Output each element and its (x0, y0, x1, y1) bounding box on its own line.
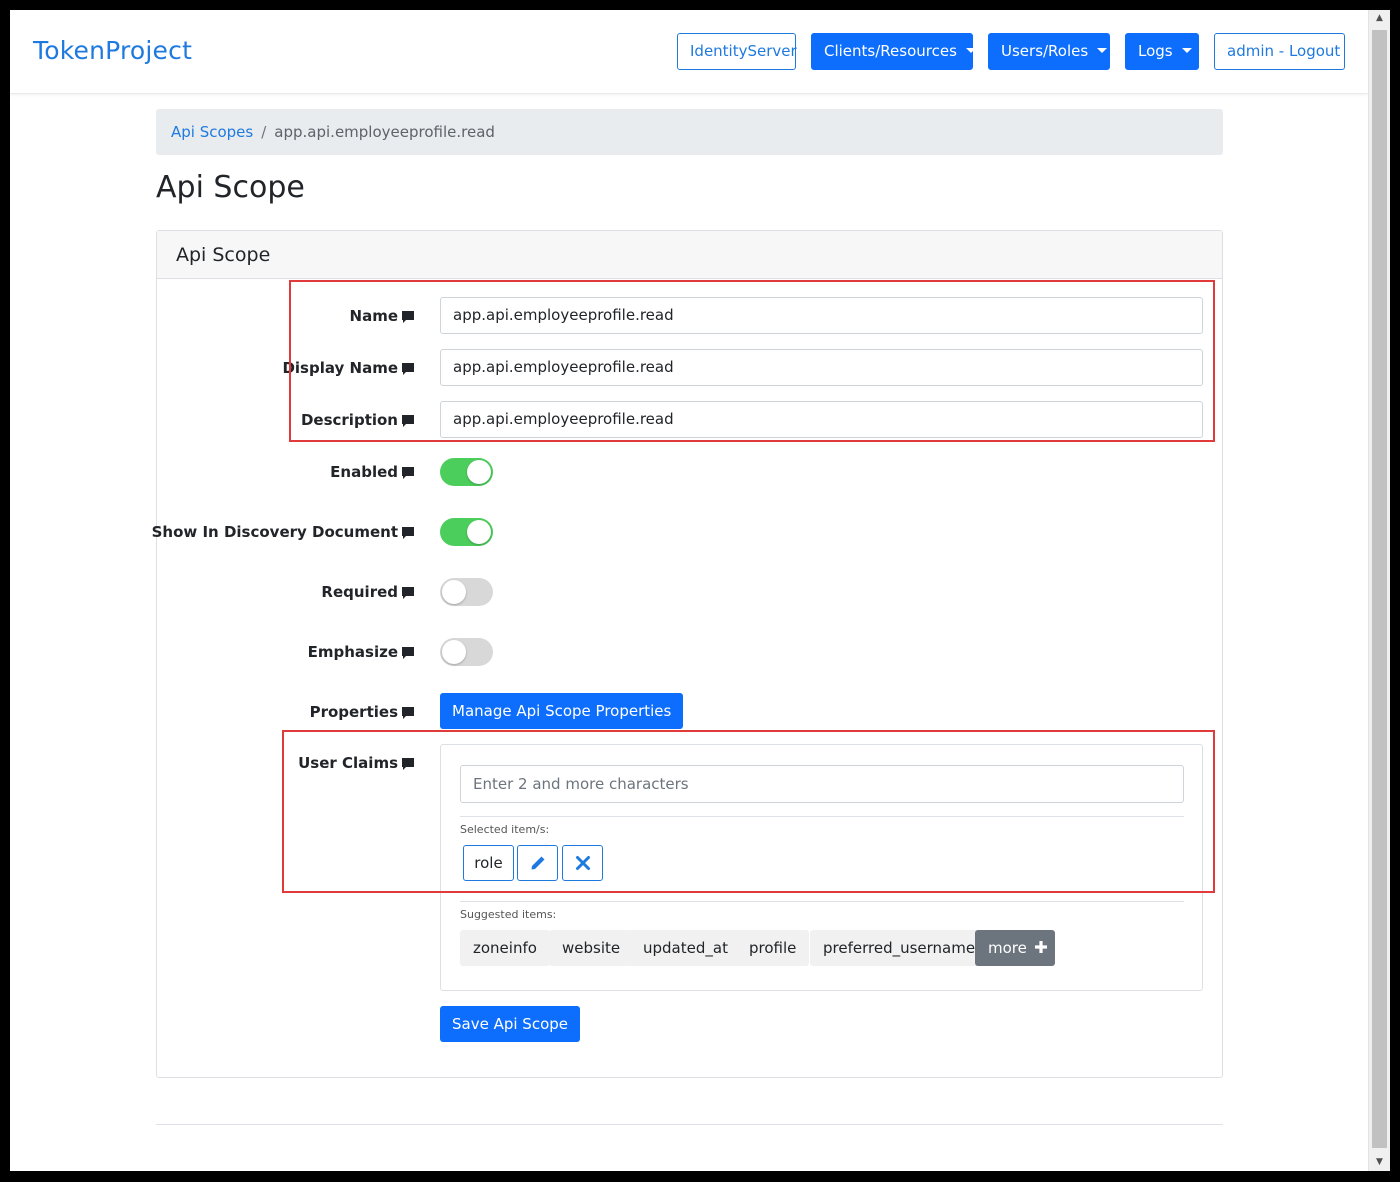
comment-icon[interactable] (402, 527, 414, 539)
suggested-claim-preferred-username[interactable]: preferred_username (810, 930, 989, 966)
name-label-group: Name (157, 307, 414, 331)
show-in-discovery-toggle[interactable] (440, 518, 493, 546)
required-label: Required (321, 583, 398, 601)
enabled-label-group: Enabled (157, 463, 414, 487)
comment-icon[interactable] (402, 647, 414, 659)
comment-icon[interactable] (402, 707, 414, 719)
emphasize-label-group: Emphasize (157, 643, 414, 667)
card-header: Api Scope (157, 231, 1222, 279)
pencil-icon (531, 856, 544, 870)
scrollbar-thumb[interactable] (1372, 30, 1387, 1148)
nav-users-roles-dropdown[interactable]: Users/Roles (988, 33, 1110, 70)
toggle-knob (467, 460, 491, 484)
brand-link[interactable]: TokenProject (33, 36, 192, 65)
user-claims-picker: Enter 2 and more characters Selected ite… (440, 744, 1203, 991)
scroll-down-arrow-icon[interactable]: ▼ (1369, 1154, 1390, 1171)
suggested-claim-website[interactable]: website (549, 930, 634, 966)
remove-claim-button[interactable] (562, 845, 603, 881)
nav-logs-label: Logs (1138, 42, 1173, 60)
show-in-discovery-label: Show In Discovery Document (151, 523, 398, 541)
close-icon (575, 856, 590, 870)
emphasize-label: Emphasize (307, 643, 398, 661)
scroll-up-arrow-icon[interactable]: ▲ (1369, 10, 1390, 27)
selected-claim-role[interactable]: role (463, 845, 514, 881)
nav-logs-dropdown[interactable]: Logs (1125, 33, 1199, 70)
display-name-input[interactable]: app.api.employeeprofile.read (440, 349, 1203, 386)
plus-icon (1034, 941, 1047, 953)
caret-down-icon (965, 48, 976, 53)
required-label-group: Required (157, 583, 414, 607)
toggle-knob (442, 640, 466, 664)
page-title: Api Scope (156, 170, 305, 205)
nav-identityserver-label: IdentityServer (690, 42, 797, 60)
selected-items-label: Selected item/s: (460, 823, 550, 836)
edit-claim-button[interactable] (517, 845, 558, 881)
user-claims-label: User Claims (298, 754, 398, 772)
suggested-claim-updated-at[interactable]: updated_at (630, 930, 741, 966)
properties-label: Properties (309, 703, 398, 721)
more-label: more (988, 939, 1027, 957)
enabled-toggle[interactable] (440, 458, 493, 486)
emphasize-toggle[interactable] (440, 638, 493, 666)
breadcrumb-separator: / (261, 123, 267, 141)
user-claims-label-group: User Claims (157, 754, 414, 778)
suggested-claim-zoneinfo[interactable]: zoneinfo (460, 930, 550, 966)
divider (460, 816, 1184, 817)
comment-icon[interactable] (402, 587, 414, 599)
nav-logout-label: admin - Logout (1227, 42, 1341, 60)
vertical-scrollbar[interactable]: ▲ ▼ (1368, 10, 1390, 1171)
nav-users-roles-label: Users/Roles (1001, 42, 1089, 60)
enabled-label: Enabled (330, 463, 398, 481)
nav-identityserver-button[interactable]: IdentityServer (677, 33, 797, 70)
breadcrumb-current: app.api.employeeprofile.read (274, 123, 495, 141)
api-scope-card: Api Scope Name app.api.employeeprofile.r… (152, 230, 1223, 1078)
save-api-scope-button[interactable]: Save Api Scope (440, 1006, 581, 1042)
description-label-group: Description (157, 411, 414, 435)
more-suggestions-button[interactable]: more (975, 930, 1055, 966)
nav-clients-resources-dropdown[interactable]: Clients/Resources (811, 33, 976, 70)
comment-icon[interactable] (402, 467, 414, 479)
suggested-items-label: Suggested items: (460, 908, 557, 921)
comment-icon[interactable] (402, 363, 414, 375)
name-label: Name (349, 307, 398, 325)
required-toggle[interactable] (440, 578, 493, 606)
toggle-knob (467, 520, 491, 544)
description-input[interactable]: app.api.employeeprofile.read (440, 401, 1203, 438)
toggle-knob (442, 580, 466, 604)
suggested-claim-profile[interactable]: profile (736, 930, 810, 966)
navbar: TokenProject IdentityServer Clients/Reso… (10, 10, 1368, 94)
comment-icon[interactable] (402, 415, 414, 427)
comment-icon[interactable] (402, 311, 414, 323)
manage-properties-button[interactable]: Manage Api Scope Properties (440, 693, 684, 729)
breadcrumb: Api Scopes / app.api.employeeprofile.read (156, 109, 1223, 155)
footer-divider (156, 1124, 1223, 1125)
display-name-label-group: Display Name (157, 359, 414, 383)
nav-clients-resources-label: Clients/Resources (824, 42, 957, 60)
caret-down-icon (1181, 48, 1192, 53)
browser-viewport: TokenProject IdentityServer Clients/Reso… (10, 10, 1390, 1171)
display-name-label: Display Name (282, 359, 398, 377)
nav-logout-button[interactable]: admin - Logout (1214, 33, 1345, 70)
divider (460, 901, 1184, 902)
caret-down-icon (1097, 48, 1108, 53)
breadcrumb-link-api-scopes[interactable]: Api Scopes (171, 123, 253, 141)
name-input[interactable]: app.api.employeeprofile.read (440, 297, 1203, 334)
properties-label-group: Properties (157, 703, 414, 727)
selected-claim-label: role (474, 854, 503, 872)
description-label: Description (300, 411, 398, 429)
claims-search-input[interactable]: Enter 2 and more characters (460, 765, 1184, 803)
show-in-discovery-label-group: Show In Discovery Document (152, 523, 414, 547)
comment-icon[interactable] (402, 758, 414, 770)
